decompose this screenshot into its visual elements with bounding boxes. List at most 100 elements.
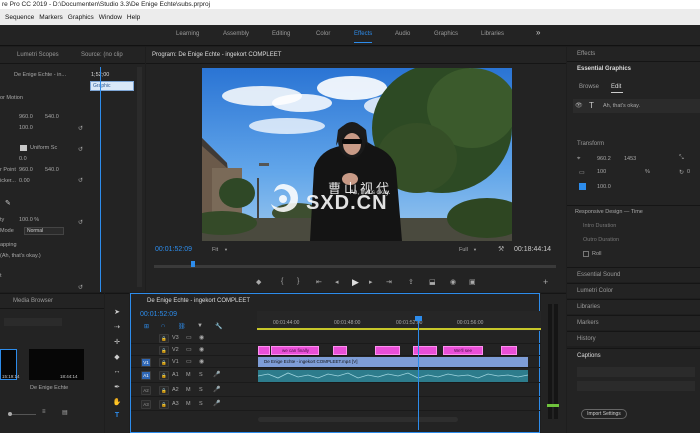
- mute-button[interactable]: M: [186, 387, 191, 393]
- menu-window[interactable]: Window: [99, 14, 122, 21]
- video-clip[interactable]: De Enige Echte - ingekort COMPLEET.mp4 […: [258, 357, 528, 367]
- fit-chevron-icon[interactable]: ▼: [224, 247, 228, 252]
- timeline-playhead[interactable]: [418, 318, 419, 430]
- sync-lock-icon[interactable]: ▭: [186, 346, 192, 353]
- track-lock-icon[interactable]: 🔒: [159, 386, 169, 395]
- selection-tool-icon[interactable]: ➤: [111, 308, 123, 318]
- track-lock-icon[interactable]: 🔒: [159, 400, 169, 409]
- more-workspaces-icon[interactable]: »: [536, 28, 540, 37]
- ec-opacity[interactable]: 100.0 %: [19, 217, 39, 223]
- caption-clip[interactable]: we can finally: [271, 346, 319, 355]
- nest-icon[interactable]: ⊞: [144, 323, 149, 330]
- reset-icon[interactable]: ↺: [78, 219, 83, 226]
- program-scrub-bar[interactable]: [154, 265, 556, 268]
- caption-clip[interactable]: [413, 346, 437, 355]
- reset-icon[interactable]: ↺: [78, 177, 83, 184]
- effects-tab[interactable]: Effects: [577, 51, 595, 57]
- visibility-eye-icon[interactable]: ◉: [199, 334, 204, 341]
- track-lock-icon[interactable]: 🔒: [159, 334, 169, 343]
- workspace-color[interactable]: Color: [316, 31, 330, 37]
- reset-icon[interactable]: ↺: [78, 125, 83, 132]
- timeline-timecode[interactable]: 00:01:52:09: [140, 311, 177, 318]
- workspace-effects[interactable]: Effects: [354, 31, 372, 37]
- tab-edit[interactable]: Edit: [611, 84, 621, 90]
- linked-selection-icon[interactable]: ⛓: [178, 323, 186, 330]
- voiceover-mic-icon[interactable]: 🎤: [213, 400, 220, 407]
- project-search-input[interactable]: [4, 318, 62, 326]
- add-button-icon[interactable]: +: [543, 277, 548, 287]
- source-patch-v1[interactable]: V1: [141, 358, 151, 367]
- caption-row[interactable]: [577, 367, 695, 377]
- transform-scale[interactable]: 100: [597, 169, 606, 175]
- pen-icon[interactable]: ✎: [5, 199, 11, 207]
- mute-button[interactable]: M: [186, 372, 191, 378]
- transform-opacity[interactable]: 100.0: [597, 184, 611, 190]
- visibility-eye-icon[interactable]: ◉: [199, 358, 204, 365]
- ec-scale[interactable]: 100.0: [19, 125, 33, 131]
- ec-position-y[interactable]: 540.0: [45, 114, 59, 120]
- ec-flicker[interactable]: 0.00: [19, 178, 30, 184]
- source-patch-a2[interactable]: A2: [141, 386, 151, 395]
- transform-pos-x[interactable]: 960.2: [597, 156, 611, 162]
- workspace-learning[interactable]: Learning: [176, 31, 199, 37]
- mark-out-icon[interactable]: }: [297, 278, 299, 285]
- quality-chevron-icon[interactable]: ▼: [473, 247, 477, 252]
- quality-select[interactable]: Full: [459, 247, 468, 253]
- fit-select[interactable]: Fit: [212, 247, 218, 253]
- slip-tool-icon[interactable]: ↔: [111, 368, 123, 378]
- markers-tab[interactable]: Markers: [577, 320, 599, 326]
- lift-icon[interactable]: ⇪: [408, 278, 414, 286]
- solo-button[interactable]: S: [199, 387, 203, 393]
- comparison-view-icon[interactable]: ▣: [469, 278, 476, 286]
- caption-row[interactable]: [577, 381, 695, 391]
- text-layer-name[interactable]: Ah, that's okay.: [603, 103, 640, 109]
- menu-sequence[interactable]: Sequence: [5, 14, 34, 21]
- tab-browse[interactable]: Browse: [579, 84, 599, 90]
- transform-pos-y[interactable]: 1453: [624, 156, 636, 162]
- caption-clip[interactable]: [501, 346, 517, 355]
- hand-tool-icon[interactable]: ✋: [111, 398, 123, 408]
- workspace-editing[interactable]: Editing: [272, 31, 290, 37]
- track-lock-icon[interactable]: 🔒: [159, 371, 169, 380]
- zoom-slider-handle[interactable]: [8, 412, 12, 416]
- eye-icon[interactable]: 👁: [575, 102, 583, 109]
- go-to-in-icon[interactable]: ⇤: [316, 278, 322, 286]
- track-select-icon[interactable]: ⇢: [111, 323, 123, 333]
- step-forward-icon[interactable]: ▸: [369, 278, 373, 286]
- libraries-tab[interactable]: Libraries: [577, 304, 600, 310]
- essential-sound-tab[interactable]: Essential Sound: [577, 272, 620, 278]
- ec-anchor-y[interactable]: 540.0: [45, 167, 59, 173]
- voiceover-mic-icon[interactable]: 🎤: [213, 371, 220, 378]
- zoom-slider[interactable]: [10, 414, 36, 415]
- source-patch-a1[interactable]: A1: [141, 371, 151, 380]
- add-marker-icon[interactable]: ◆: [256, 278, 261, 286]
- time-ruler[interactable]: 00:01:44:00 00:01:48:00 00:01:52:00 00:0…: [257, 311, 541, 331]
- razor-tool-icon[interactable]: ◆: [111, 353, 123, 363]
- ec-position-x[interactable]: 960.0: [19, 114, 33, 120]
- timeline-title[interactable]: De Enige Echte - ingekort COMPLEET: [147, 298, 250, 304]
- program-playhead[interactable]: [191, 261, 195, 267]
- workspace-assembly[interactable]: Assembly: [223, 31, 249, 37]
- caption-clip[interactable]: We'll see: [443, 346, 483, 355]
- solo-button[interactable]: S: [199, 372, 203, 378]
- program-title[interactable]: Program: De Enige Echte - ingekort COMPL…: [152, 52, 281, 58]
- work-area-bar[interactable]: [257, 328, 541, 330]
- intro-duration[interactable]: Intro Duration: [583, 223, 616, 229]
- timeline-playhead-handle[interactable]: [415, 316, 422, 321]
- caption-clip[interactable]: [375, 346, 400, 355]
- ripple-edit-icon[interactable]: ✛: [111, 338, 123, 348]
- step-back-icon[interactable]: ◂: [335, 278, 339, 286]
- scale-lock-icon[interactable]: ▭: [579, 169, 585, 176]
- caption-clip[interactable]: [258, 346, 270, 355]
- lumetri-color-tab[interactable]: Lumetri Color: [577, 288, 613, 294]
- source-patch-a3[interactable]: A3: [141, 400, 151, 409]
- ec-rotation[interactable]: 0.0: [19, 156, 27, 162]
- tab-source[interactable]: Source: (no clip: [81, 52, 123, 58]
- ec-scrollbar[interactable]: [137, 67, 142, 287]
- export-frame-icon[interactable]: ◉: [450, 278, 456, 286]
- pen-tool-icon[interactable]: ✒: [111, 383, 123, 393]
- caption-clip[interactable]: [333, 346, 347, 355]
- captions-title[interactable]: Captions: [577, 353, 601, 359]
- media-browser-tab[interactable]: Media Browser: [13, 298, 53, 304]
- blend-mode-select[interactable]: Normal: [24, 227, 64, 235]
